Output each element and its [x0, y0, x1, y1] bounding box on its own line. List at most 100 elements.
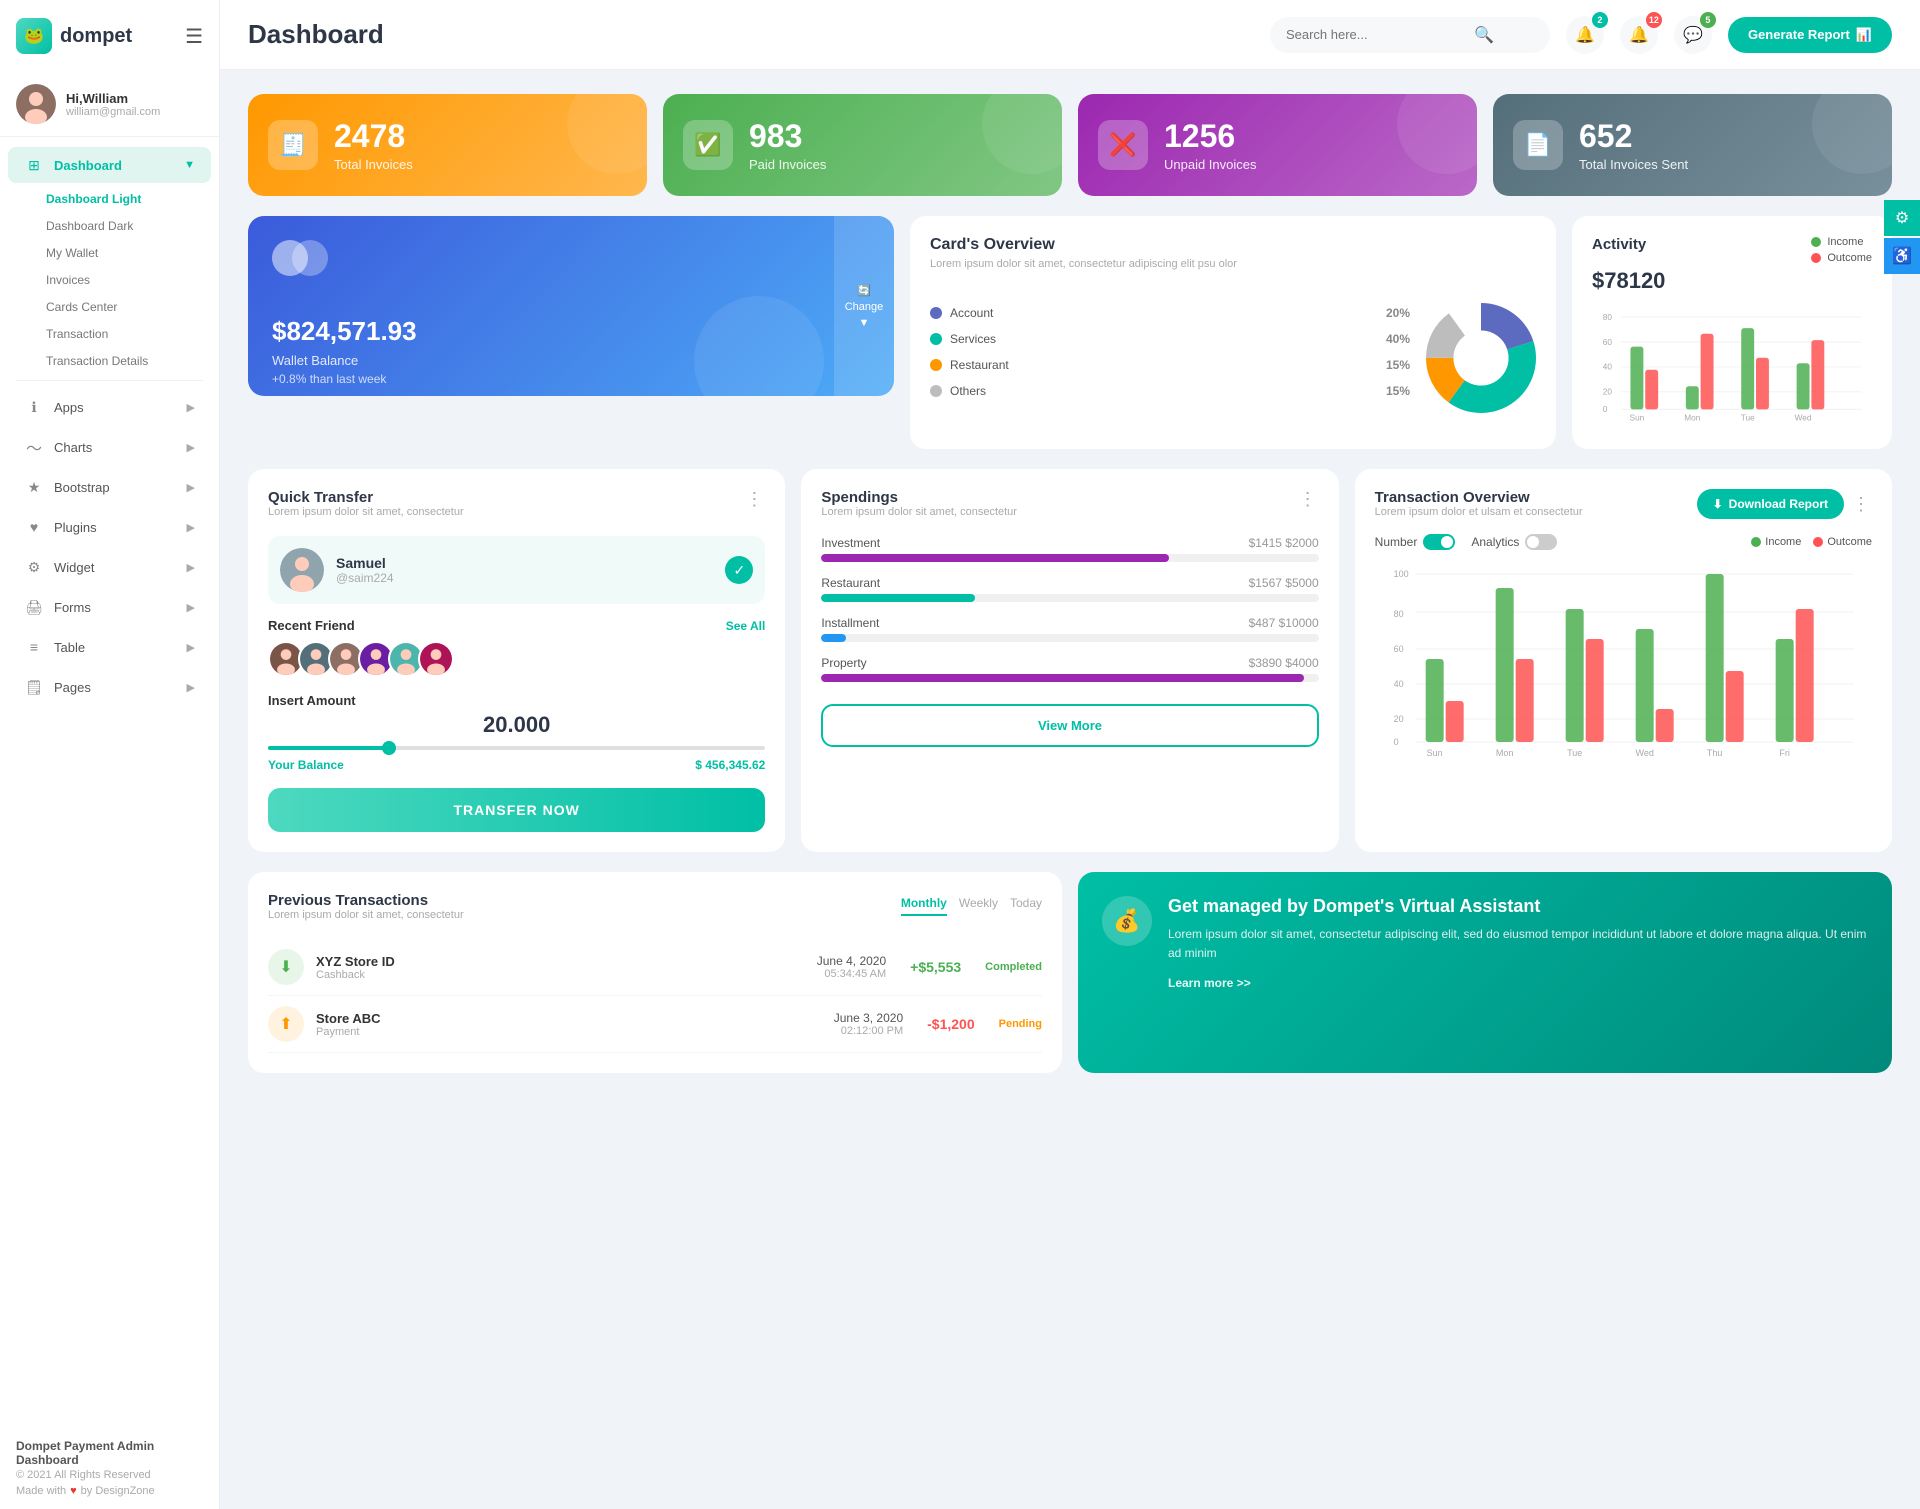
tab-today[interactable]: Today	[1010, 892, 1042, 916]
spending-header: Installment $487 $10000	[821, 616, 1318, 630]
cards-overview: Card's Overview Lorem ipsum dolor sit am…	[910, 216, 1556, 449]
sidebar-label-widget: Widget	[54, 560, 187, 575]
arrow-icon: ▶	[187, 441, 195, 454]
svg-text:0: 0	[1603, 404, 1608, 414]
sidebar-sub-my-wallet[interactable]: My Wallet	[0, 239, 219, 266]
generate-report-button[interactable]: Generate Report 📊	[1728, 17, 1892, 53]
download-report-button[interactable]: ⬇ Download Report	[1697, 489, 1844, 519]
trans-date: June 4, 2020 05:34:45 AM	[817, 954, 886, 980]
sidebar-item-charts[interactable]: 〜 Charts ▶	[8, 429, 211, 465]
notifications-btn[interactable]: 🔔 2	[1566, 16, 1604, 54]
sidebar-item-pages[interactable]: 🗒 Pages ▶	[8, 669, 211, 705]
transfer-user-info: Samuel @saim224	[336, 555, 394, 585]
circle2	[292, 240, 328, 276]
wallet-change-btn[interactable]: 🔄 Change ▼	[834, 216, 894, 396]
pages-icon: 🗒	[24, 677, 44, 697]
income-dot	[1811, 237, 1821, 247]
recent-label: Recent Friend	[268, 618, 355, 633]
table-row: ⬆ Store ABC Payment June 3, 2020 02:12:0…	[268, 996, 1042, 1053]
sidebar-item-widget[interactable]: ⚙ Widget ▶	[8, 549, 211, 585]
trans-legend: Income Outcome	[1751, 536, 1872, 548]
cards-overview-content: Account 20% Services 40% Restaurant 15%	[930, 286, 1536, 429]
analytics-toggle[interactable]	[1525, 534, 1557, 550]
accessibility-panel-btn[interactable]: ♿	[1884, 238, 1920, 274]
prev-sub: Lorem ipsum dolor sit amet, consectetur	[268, 909, 464, 921]
view-more-button[interactable]: View More	[821, 704, 1318, 747]
last-row: Previous Transactions Lorem ipsum dolor …	[248, 872, 1892, 1073]
svg-text:60: 60	[1393, 644, 1403, 654]
legend-pct: 15%	[1386, 384, 1410, 398]
va-title: Get managed by Dompet's Virtual Assistan…	[1168, 896, 1868, 917]
settings-panel-btn[interactable]: ⚙	[1884, 200, 1920, 236]
user-info: Hi,William william@gmail.com	[66, 91, 160, 118]
number-label: Number	[1375, 535, 1418, 549]
sub-label: My Wallet	[46, 246, 98, 260]
spending-bar	[821, 674, 1303, 682]
sidebar-item-apps[interactable]: ℹ Apps ▶	[8, 389, 211, 425]
trans-date: June 3, 2020 02:12:00 PM	[834, 1011, 903, 1037]
charts-icon: 〜	[24, 437, 44, 457]
bottom-row: Quick Transfer Lorem ipsum dolor sit ame…	[248, 469, 1892, 852]
svg-text:80: 80	[1393, 609, 1403, 619]
sidebar-sub-cards-center[interactable]: Cards Center	[0, 293, 219, 320]
page-title: Dashboard	[248, 19, 1254, 50]
search-icon: 🔍	[1474, 25, 1494, 45]
total-invoices-label: Total Invoices	[334, 157, 413, 172]
tab-weekly[interactable]: Weekly	[959, 892, 998, 916]
friend-avatars	[268, 641, 765, 677]
sidebar-sub-dashboard-light[interactable]: Dashboard Light	[0, 185, 219, 212]
transfer-now-button[interactable]: TRANSFER NOW	[268, 788, 765, 832]
search-input[interactable]	[1286, 27, 1466, 42]
alerts-badge: 12	[1646, 12, 1662, 28]
spending-cat: Restaurant	[821, 576, 880, 590]
hamburger-icon[interactable]: ☰	[185, 24, 203, 49]
sidebar-item-bootstrap[interactable]: ★ Bootstrap ▶	[8, 469, 211, 505]
slider-thumb[interactable]	[382, 741, 396, 755]
alerts-btn[interactable]: 🔔 12	[1620, 16, 1658, 54]
transfer-user-handle: @saim224	[336, 571, 394, 585]
svg-text:40: 40	[1603, 362, 1613, 372]
trans-menu-icon[interactable]: ⋮	[1852, 494, 1872, 515]
arrow-icon: ▶	[187, 401, 195, 414]
toggle-knob	[1527, 536, 1539, 548]
svg-text:40: 40	[1393, 679, 1403, 689]
dashboard-icon: ⊞	[24, 155, 44, 175]
spending-bar-bg	[821, 634, 1318, 642]
messages-btn[interactable]: 💬 5	[1674, 16, 1712, 54]
qt-menu-icon[interactable]: ⋮	[745, 489, 765, 510]
spendings-card: Spendings Lorem ipsum dolor sit amet, co…	[801, 469, 1338, 852]
slider-fill	[268, 746, 392, 750]
spending-amounts: $3890 $4000	[1249, 656, 1319, 670]
number-toggle[interactable]	[1423, 534, 1455, 550]
sidebar-item-plugins[interactable]: ♥ Plugins ▶	[8, 509, 211, 545]
tab-monthly[interactable]: Monthly	[901, 892, 947, 916]
balance-label: Your Balance	[268, 758, 344, 772]
spending-item-property: Property $3890 $4000	[821, 656, 1318, 682]
sidebar-item-forms[interactable]: 🖨 Forms ▶	[8, 589, 211, 625]
sidebar-item-table[interactable]: ≡ Table ▶	[8, 629, 211, 665]
legend-item-services: Services 40%	[930, 332, 1410, 346]
sidebar-sub-transaction-details[interactable]: Transaction Details	[0, 347, 219, 374]
sidebar-item-dashboard[interactable]: ⊞ Dashboard ▼	[8, 147, 211, 183]
transfer-user-name: Samuel	[336, 555, 394, 571]
outcome-dot	[1811, 253, 1821, 263]
sidebar-footer: Dompet Payment Admin Dashboard © 2021 Al…	[0, 1427, 219, 1509]
wallet-card: $824,571.93 Wallet Balance +0.8% than la…	[248, 216, 894, 396]
svg-text:Mon: Mon	[1684, 412, 1701, 422]
sp-menu-icon[interactable]: ⋮	[1299, 489, 1319, 510]
prev-header: Previous Transactions Lorem ipsum dolor …	[268, 892, 1042, 935]
svg-text:Tue: Tue	[1567, 748, 1582, 758]
spending-item-investment: Investment $1415 $2000	[821, 536, 1318, 562]
paid-invoices-icon: ✅	[683, 120, 733, 170]
sidebar-sub-invoices[interactable]: Invoices	[0, 266, 219, 293]
trans-icon-download: ⬇	[268, 949, 304, 985]
activity-amount: $78120	[1592, 268, 1872, 294]
sidebar-sub-dashboard-dark[interactable]: Dashboard Dark	[0, 212, 219, 239]
spending-bar	[821, 554, 1169, 562]
sidebar-sub-transaction[interactable]: Transaction	[0, 320, 219, 347]
see-all-link[interactable]: See All	[726, 619, 766, 633]
sent-invoices-number: 652	[1579, 118, 1688, 155]
refresh-icon: 🔄	[857, 284, 871, 297]
va-learn-more-link[interactable]: Learn more >>	[1168, 976, 1251, 990]
donut-chart	[1426, 303, 1536, 413]
